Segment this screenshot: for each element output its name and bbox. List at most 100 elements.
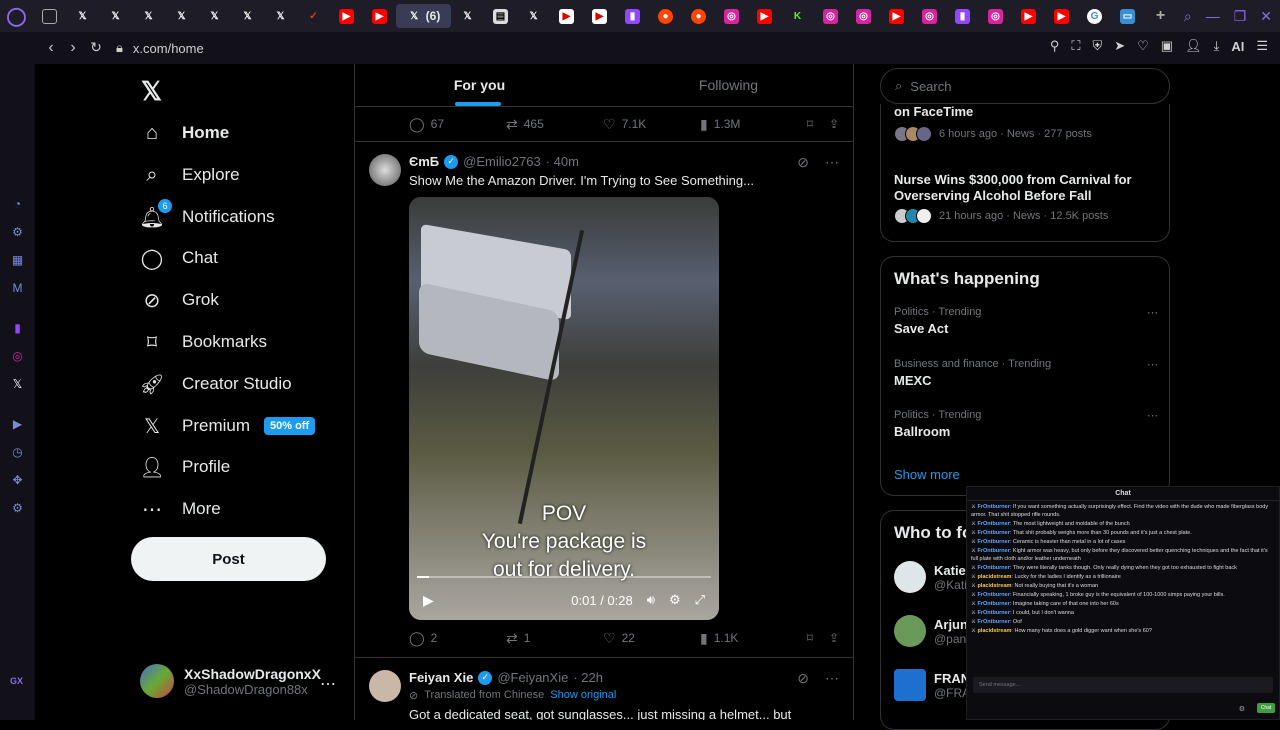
news-item[interactable]: on FaceTime 6 hours ago · News · 277 pos… — [894, 104, 1158, 142]
nav-bookmarks[interactable]: ⌑ Bookmarks — [140, 322, 267, 362]
chat-input[interactable]: Send message... — [973, 677, 1273, 693]
gx-control-icon[interactable]: ◔ — [10, 196, 26, 212]
account-switcher[interactable]: XxShadowDragonxX @ShadowDragon88x — [140, 664, 321, 698]
tab-youtube[interactable]: ▶ — [880, 0, 913, 32]
news-item[interactable]: Nurse Wins $300,000 from Carnival for Ov… — [894, 172, 1158, 224]
trend-more-icon[interactable]: ⋯ — [1147, 409, 1158, 422]
chat-username[interactable]: FrOntburner — [977, 592, 1009, 598]
send-icon[interactable]: ➤ — [1114, 38, 1125, 54]
gx-cleaner-icon[interactable]: ▦ — [10, 252, 26, 268]
restore-icon[interactable]: ❐ — [1234, 8, 1247, 25]
tab-youtube[interactable]: ▶ — [1012, 0, 1045, 32]
tab-x[interactable]: 𝕏 — [517, 0, 550, 32]
tweet-time[interactable]: · 22h — [573, 670, 603, 685]
wallet-icon[interactable]: ▣ — [1161, 38, 1173, 54]
shield-icon[interactable]: ⛨ — [1092, 38, 1102, 54]
nav-notifications[interactable]: 🔔︎ 6 Notifications — [139, 197, 275, 237]
like-button[interactable]: ♡ 22 — [603, 630, 700, 647]
x-logo-icon[interactable]: 𝕏 — [141, 76, 162, 107]
nav-premium[interactable]: 𝕏 Premium 50% off — [140, 406, 316, 446]
show-more-link[interactable]: Show more — [894, 467, 960, 482]
trend-more-icon[interactable]: ⋯ — [1147, 358, 1158, 371]
new-tab-icon[interactable]: + — [1144, 0, 1177, 32]
like-button[interactable]: ♡ 7.1K — [603, 116, 700, 133]
chat-username[interactable]: FrOntburner — [977, 504, 1009, 510]
settings-icon[interactable]: ⚙ — [669, 592, 681, 608]
back-icon[interactable]: ‹ — [40, 39, 62, 57]
tab-instagram[interactable]: ◎ — [814, 0, 847, 32]
tab-play[interactable]: ▶ — [550, 0, 583, 32]
nav-profile[interactable]: 👤︎ Profile — [139, 447, 230, 487]
history-sidebar-icon[interactable]: ◷ — [10, 444, 26, 460]
more-icon[interactable]: ⋯ — [825, 670, 839, 687]
tab-news[interactable]: ▤ — [484, 0, 517, 32]
post-button[interactable]: Post — [131, 537, 326, 581]
tab-youtube[interactable]: ▶ — [363, 0, 396, 32]
tab-generic[interactable]: ▭ — [1111, 0, 1144, 32]
chat-username[interactable]: FrOntburner — [977, 565, 1009, 571]
chat-username[interactable]: FrOntburner — [977, 619, 1009, 625]
repost-button[interactable]: ⇄ 465 — [506, 116, 603, 133]
chat-username[interactable]: placidstream — [977, 583, 1011, 589]
heart-icon[interactable]: ♡ — [1137, 38, 1149, 54]
trend-item[interactable]: Politics · Trending Save Act ⋯ — [894, 306, 1158, 336]
chat-username[interactable]: placidstream — [977, 574, 1011, 580]
chat-username[interactable]: FrOntburner — [977, 539, 1009, 545]
views-button[interactable]: ▮ 1.1K — [700, 630, 797, 647]
nav-creator-studio[interactable]: 🚀︎ Creator Studio — [139, 364, 291, 404]
nav-chat[interactable]: ◯ Chat — [140, 238, 218, 278]
tab-google[interactable]: G — [1078, 0, 1111, 32]
chat-username[interactable]: FrOntburner — [977, 530, 1009, 536]
nav-explore[interactable]: ⌕ Explore — [140, 155, 239, 195]
nav-home[interactable]: ⌂ Home — [140, 113, 229, 153]
nav-grok[interactable]: ⊘ Grok — [140, 280, 219, 320]
twitch-sidebar-icon[interactable]: ▮ — [10, 320, 26, 336]
tweet-author-name[interactable]: ЄmБ — [409, 154, 439, 169]
video-player[interactable]: POV You're package is out for delivery. … — [409, 197, 719, 620]
reload-icon[interactable]: ↻ — [85, 39, 107, 56]
grok-icon[interactable]: ⊘ — [797, 670, 809, 687]
trend-item[interactable]: Business and finance · Trending MEXC ⋯ — [894, 358, 1158, 388]
nav-more[interactable]: ⋯ More — [140, 489, 221, 529]
show-original-link[interactable]: Show original — [550, 689, 616, 702]
chat-send-button[interactable]: Chat — [1257, 703, 1275, 713]
tweet-author-handle[interactable]: @FeiyanXie — [497, 670, 568, 685]
tweet-avatar[interactable] — [369, 670, 401, 702]
bookmark-icon[interactable]: ⌑ — [807, 631, 813, 645]
tweet-time[interactable]: · 40m — [546, 154, 579, 169]
tab-x[interactable]: 𝕏 — [99, 0, 132, 32]
reply-button[interactable]: ◯ 67 — [409, 116, 506, 133]
tweet-avatar[interactable] — [369, 154, 401, 186]
url-field[interactable]: 🔒︎ x.com/home — [116, 38, 996, 58]
tab-search-icon[interactable]: ⌕ — [1184, 8, 1192, 25]
tab-instagram[interactable]: ◎ — [847, 0, 880, 32]
ai-button[interactable]: AI — [1231, 39, 1244, 54]
tab-for-you[interactable]: For you — [355, 64, 604, 106]
forward-icon[interactable]: › — [62, 39, 84, 57]
gx-label[interactable]: GX — [10, 676, 23, 686]
share-icon[interactable]: ⇪ — [829, 117, 839, 131]
tab-x[interactable]: 𝕏 — [66, 0, 99, 32]
tab-x[interactable]: 𝕏 — [165, 0, 198, 32]
tab-reddit[interactable]: ● — [649, 0, 682, 32]
opera-menu-icon[interactable]: ◯ — [0, 0, 33, 32]
tab-following[interactable]: Following — [604, 64, 853, 106]
account-more-icon[interactable]: ⋯ — [320, 674, 336, 694]
suggested-user[interactable]: Arjun @pan — [894, 615, 968, 647]
bookmark-icon[interactable]: ⌑ — [807, 117, 813, 131]
tab-x[interactable]: 𝕏 — [198, 0, 231, 32]
instagram-sidebar-icon[interactable]: ◎ — [10, 348, 26, 364]
tab-x[interactable]: 𝕏 — [132, 0, 165, 32]
tab-youtube[interactable]: ▶ — [748, 0, 781, 32]
tab-twitch[interactable]: ▮ — [946, 0, 979, 32]
close-icon[interactable]: ✕ — [1260, 8, 1272, 25]
trend-more-icon[interactable]: ⋯ — [1147, 306, 1158, 319]
pin-icon[interactable]: ⚲ — [1050, 38, 1060, 54]
tab-workspace-icon[interactable] — [33, 0, 66, 32]
reply-button[interactable]: ◯ 2 — [409, 630, 506, 647]
suggested-user[interactable]: FRAN @FRA — [894, 669, 970, 701]
tweet-author-name[interactable]: Feiyan Xie — [409, 670, 473, 685]
extensions-sidebar-icon[interactable]: ✥ — [10, 472, 26, 488]
chat-username[interactable]: FrOntburner — [977, 601, 1009, 607]
volume-icon[interactable]: 🔊︎ — [647, 592, 655, 608]
